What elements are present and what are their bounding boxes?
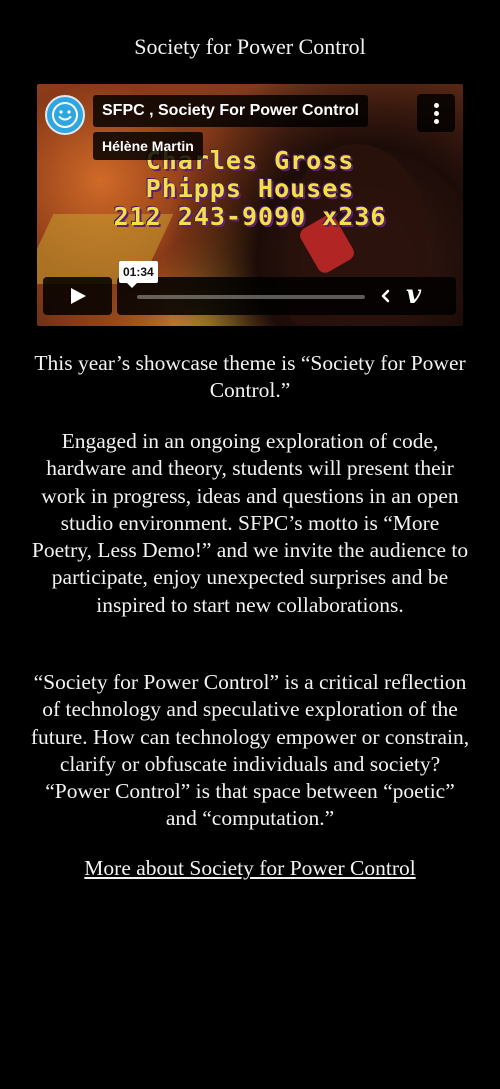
video-author-link[interactable]: Hélène Martin [93,132,203,160]
video-player[interactable]: Charles Gross Phipps Houses 212 243-9090… [37,84,463,326]
play-button[interactable] [43,277,112,315]
more-about-link[interactable]: More about Society for Power Control [0,855,500,882]
reflection-paragraph: “Society for Power Control” is a critica… [30,670,470,831]
time-badge: 01:34 [119,261,158,288]
smiley-avatar-icon[interactable] [45,95,85,135]
play-icon [71,288,86,304]
video-title-link[interactable]: SFPC , Society For Power Control [93,95,368,127]
description-paragraph: Engaged in an ongoing exploration of cod… [31,429,469,617]
page-title: Society for Power Control [134,34,366,59]
vertical-dots-icon[interactable] [417,94,455,132]
progress-bar[interactable] [137,295,365,299]
video-frame-text-line: 212 243-9090 x236 [113,202,387,231]
page: Society for Power Control Charles Gross … [0,0,500,1089]
video-control-bar: v [117,277,456,315]
video-frame-text-line: Phipps Houses [145,174,355,203]
vimeo-icon[interactable]: v [406,281,421,309]
chevron-left-icon[interactable] [380,288,392,304]
intro-paragraph: This year’s showcase theme is “Society f… [34,351,466,403]
